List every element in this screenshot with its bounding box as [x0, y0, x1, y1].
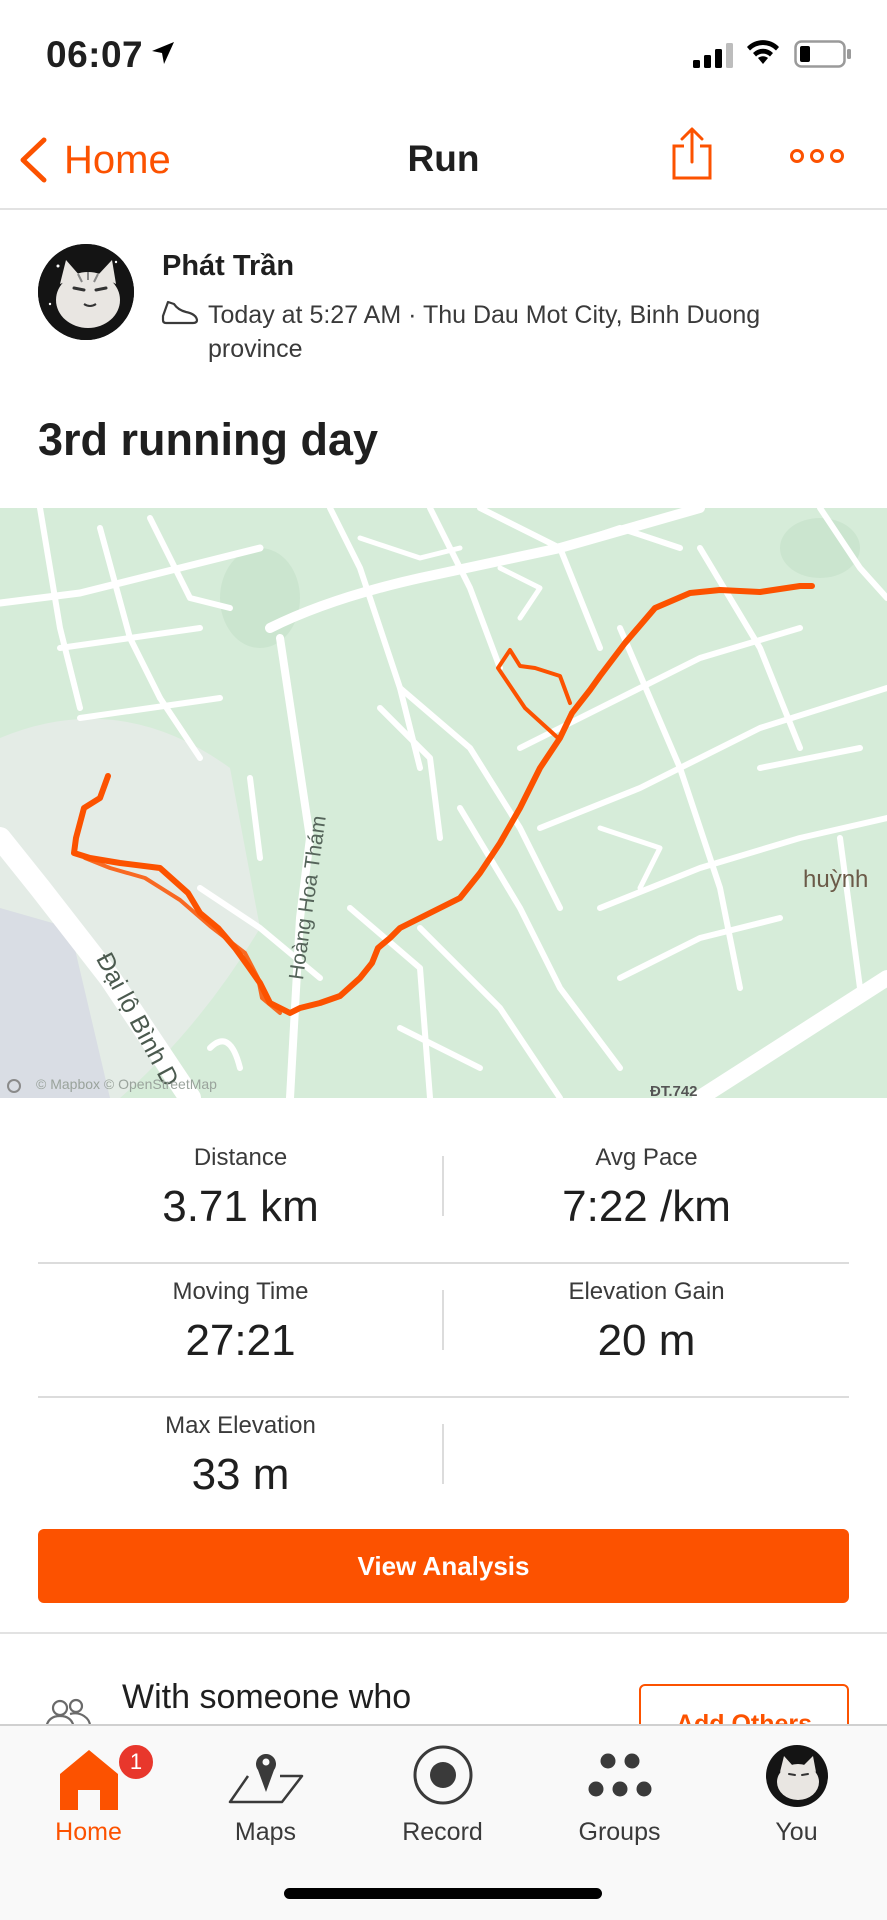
- share-icon[interactable]: [670, 126, 714, 182]
- record-icon: [413, 1745, 472, 1805]
- tab-label: You: [775, 1818, 818, 1846]
- view-analysis-button[interactable]: View Analysis: [38, 1529, 849, 1603]
- wifi-icon: [747, 40, 779, 64]
- map-label-dt742: ĐT.742: [650, 1083, 698, 1098]
- stat-distance: Distance 3.71 km: [38, 1144, 443, 1232]
- stat-value: 3.71 km: [162, 1182, 319, 1231]
- groups-icon: [588, 1753, 651, 1797]
- home-icon: [59, 1750, 118, 1810]
- stat-label: Elevation Gain: [568, 1278, 725, 1305]
- route-map[interactable]: Hoàng Hoa Thám Đại lộ Bình D huỳnh ĐT.74…: [0, 508, 887, 1098]
- stat-label: Avg Pace: [595, 1144, 698, 1171]
- tab-label: Maps: [234, 1818, 297, 1846]
- stat-value: 27:21: [185, 1316, 296, 1365]
- stats-row: Distance 3.71 km Avg Pace 7:22 /km: [38, 1130, 849, 1264]
- tab-label: Home: [55, 1818, 122, 1846]
- activity-title: 3rd running day: [38, 414, 379, 465]
- map-label-huynh: huỳnh: [803, 866, 869, 893]
- shoe-icon: [161, 300, 199, 325]
- avatar[interactable]: [38, 244, 134, 340]
- notification-badge: 1: [116, 1742, 156, 1782]
- tab-label: Record: [402, 1818, 483, 1846]
- home-indicator: [284, 1888, 602, 1899]
- tab-you[interactable]: You: [708, 1734, 885, 1854]
- page-title: Run: [407, 138, 480, 179]
- status-time: 06:07: [46, 34, 144, 75]
- stat-elevation-gain: Elevation Gain 20 m: [444, 1278, 849, 1366]
- activity-meta: Today at 5:27 AM · Thu Dau Mot City, Bin…: [208, 301, 761, 363]
- avatar: [765, 1745, 828, 1807]
- tab-record[interactable]: Record: [354, 1734, 531, 1854]
- map-pin-icon: [228, 1754, 303, 1804]
- stat-value: 33 m: [191, 1450, 290, 1499]
- athlete-name[interactable]: Phát Trần: [162, 250, 294, 283]
- battery-icon: [794, 40, 851, 68]
- cat-avatar-icon: [38, 244, 134, 340]
- status-bar: 06:07: [0, 0, 887, 110]
- location-arrow-icon: [152, 42, 174, 64]
- stat-label: Distance: [193, 1144, 288, 1171]
- with-others-text: With someone who: [122, 1678, 412, 1716]
- stat-moving-time: Moving Time 27:21: [38, 1278, 443, 1366]
- stats-grid: Distance 3.71 km Avg Pace 7:22 /km Movin…: [38, 1130, 849, 1532]
- stat-label: Max Elevation: [165, 1412, 316, 1439]
- nav-bar: Home Run: [0, 110, 887, 210]
- map-attribution: © Mapbox © OpenStreetMap: [36, 1076, 217, 1092]
- stats-row: Moving Time 27:21 Elevation Gain 20 m: [38, 1264, 849, 1398]
- tab-groups[interactable]: Groups: [531, 1734, 708, 1854]
- stat-avg-pace: Avg Pace 7:22 /km: [444, 1144, 849, 1232]
- divider: [442, 1424, 444, 1484]
- stat-value: 7:22 /km: [562, 1182, 731, 1231]
- stat-value: 20 m: [597, 1316, 696, 1365]
- athlete-header: Phát Trần Today at 5:27 AM · Thu Dau Mot…: [38, 244, 858, 364]
- section-divider: [0, 1632, 887, 1634]
- stats-row: Max Elevation 33 m: [38, 1398, 849, 1532]
- tab-label: Groups: [578, 1818, 661, 1846]
- tab-home[interactable]: 1 Home: [0, 1734, 177, 1854]
- stat-label: Moving Time: [172, 1278, 309, 1305]
- tab-maps[interactable]: Maps: [177, 1734, 354, 1854]
- cellular-signal-icon: [693, 43, 733, 68]
- stat-max-elevation: Max Elevation 33 m: [38, 1412, 443, 1500]
- more-options-icon[interactable]: [790, 148, 844, 164]
